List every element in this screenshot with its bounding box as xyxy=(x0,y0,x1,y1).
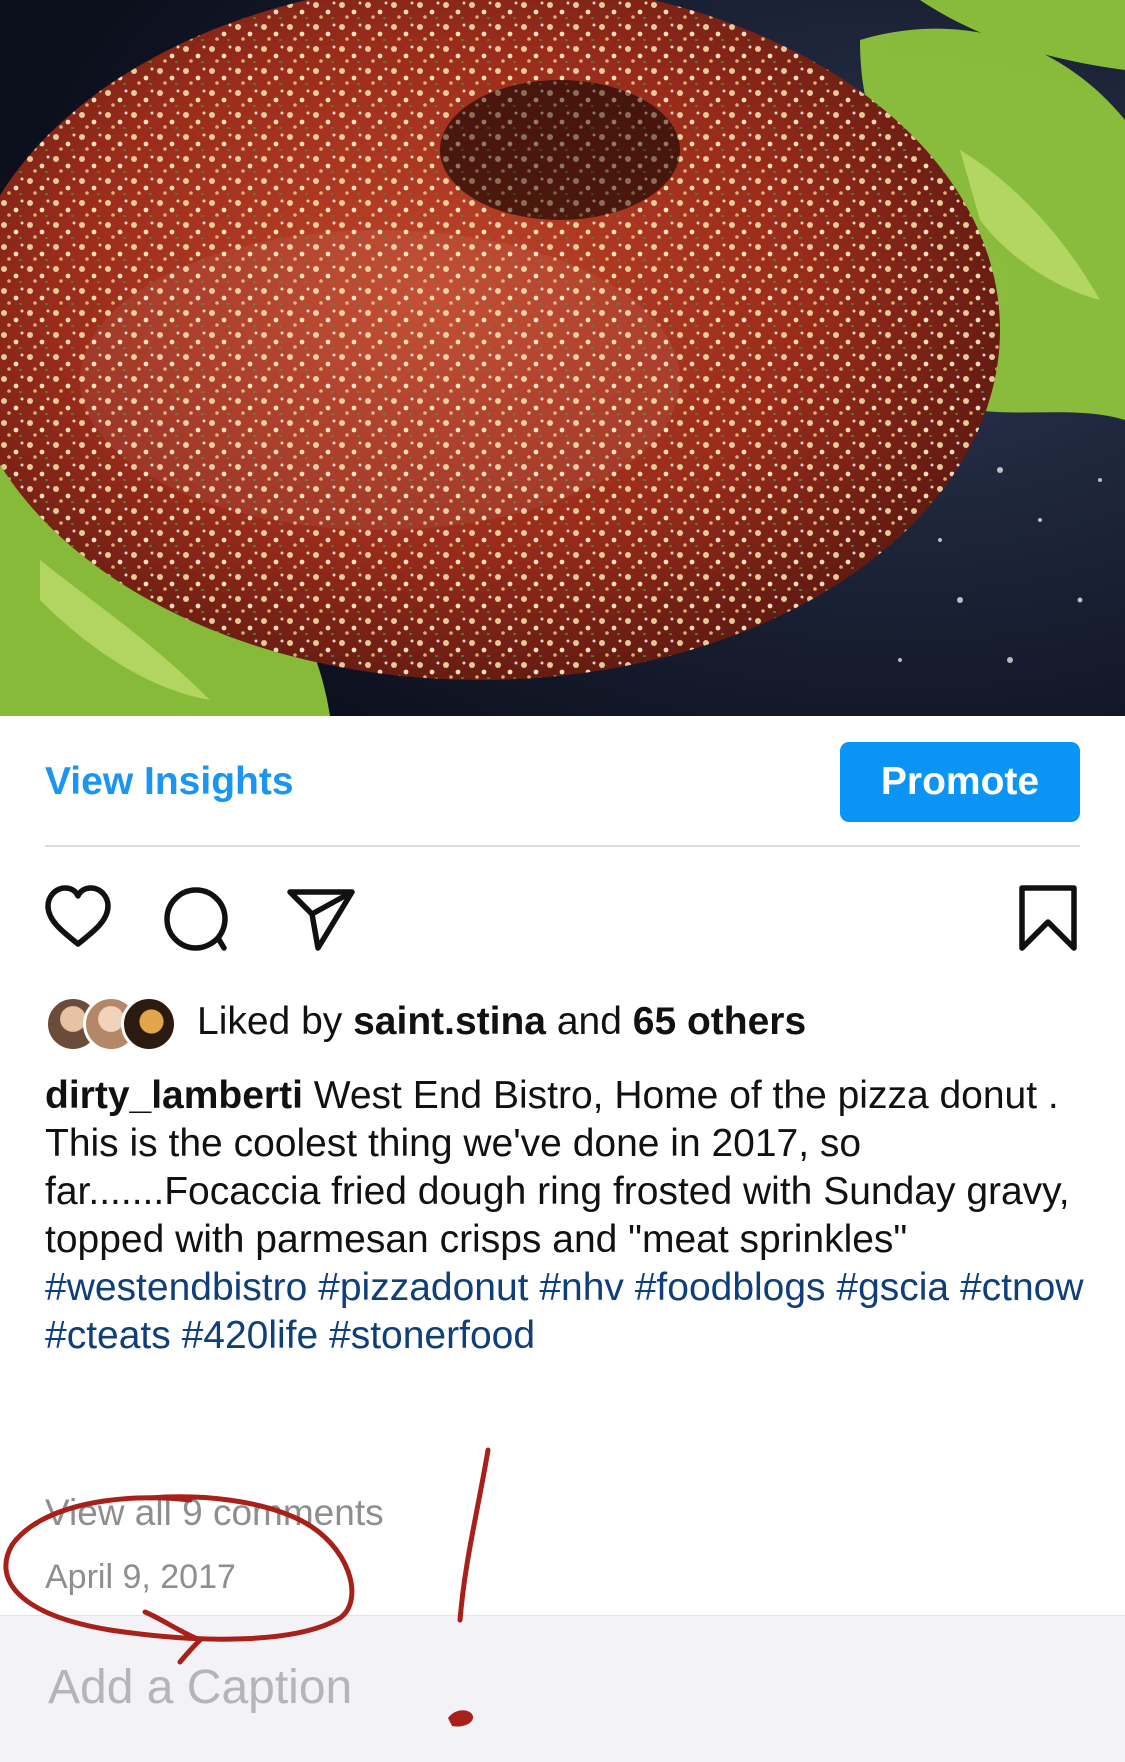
divider xyxy=(45,845,1080,847)
like-button[interactable] xyxy=(40,880,116,956)
view-comments-link[interactable]: View all 9 comments xyxy=(45,1492,384,1534)
share-button[interactable] xyxy=(282,880,358,956)
liked-by-user[interactable]: saint.stina xyxy=(353,1000,546,1043)
action-bar xyxy=(0,880,1125,960)
heart-icon xyxy=(45,885,111,947)
save-button[interactable] xyxy=(1010,880,1086,956)
add-caption-input[interactable] xyxy=(48,1660,948,1715)
caption-body: This is the coolest thing we've done in … xyxy=(45,1122,1070,1261)
insights-row: View Insights Promote xyxy=(45,742,1080,824)
post-caption: dirty_lamberti West End Bistro, Home of … xyxy=(45,1072,1090,1360)
comment-button[interactable] xyxy=(158,880,234,956)
add-caption-bar xyxy=(0,1615,1125,1762)
post-date: April 9, 2017 xyxy=(45,1558,236,1596)
liked-by-and: and xyxy=(556,1000,622,1043)
caption-hashtags[interactable]: #westendbistro #pizzadonut #nhv #foodblo… xyxy=(45,1266,1084,1357)
share-icon xyxy=(287,889,355,951)
likes-row: Liked by saint.stina and 65 others xyxy=(45,992,806,1052)
comment-icon xyxy=(164,887,228,951)
caption-first-line: West End Bistro, Home of the pizza donut… xyxy=(313,1074,1059,1117)
pizza-donut-image xyxy=(0,0,1125,716)
avatar xyxy=(121,996,177,1052)
liked-by-prefix: Liked by xyxy=(197,1000,343,1043)
view-insights-link[interactable]: View Insights xyxy=(45,760,294,804)
liker-avatars[interactable] xyxy=(45,994,183,1052)
promote-button[interactable]: Promote xyxy=(840,742,1080,822)
bookmark-icon xyxy=(1019,885,1077,951)
likes-summary[interactable]: Liked by saint.stina and 65 others xyxy=(197,1000,806,1044)
post-photo[interactable] xyxy=(0,0,1125,716)
liked-by-others[interactable]: 65 others xyxy=(633,1000,806,1043)
post-username[interactable]: dirty_lamberti xyxy=(45,1074,303,1117)
